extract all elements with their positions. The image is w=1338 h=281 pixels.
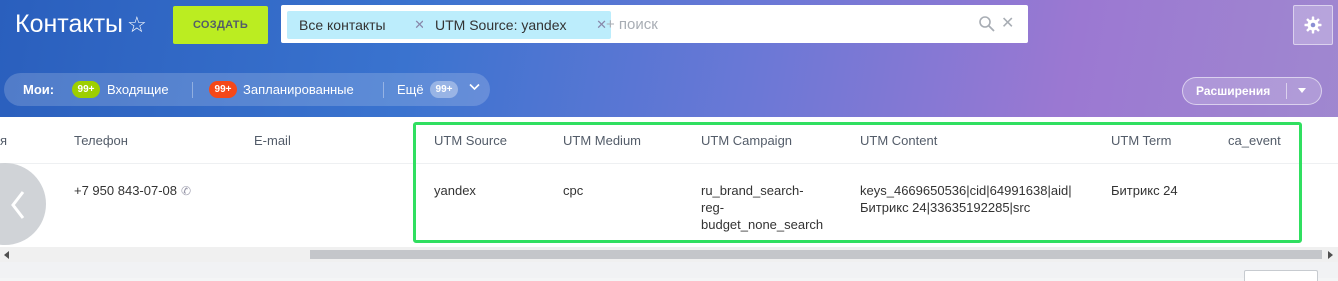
divider xyxy=(1286,83,1287,99)
column-header-utm-campaign[interactable]: UTM Campaign xyxy=(701,133,792,148)
scroll-right-arrow[interactable] xyxy=(1328,251,1333,259)
create-button[interactable]: СОЗДАТЬ xyxy=(173,6,268,44)
filter-chip-utm-source[interactable]: UTM Source: yandex ✕ xyxy=(423,11,611,39)
search-icon[interactable] xyxy=(978,15,996,33)
chip-label: Все контакты xyxy=(299,17,386,33)
scroll-left-arrow[interactable] xyxy=(4,251,9,259)
divider xyxy=(192,82,193,98)
phone-icon[interactable]: ✆ xyxy=(181,183,191,200)
extensions-button[interactable]: Расширения xyxy=(1182,77,1322,105)
cell-phone[interactable]: +7 950 843-07-08 ✆ xyxy=(74,182,191,200)
chevron-left-icon[interactable] xyxy=(10,190,26,220)
column-header-partial[interactable]: я xyxy=(0,133,7,148)
counter-badge-incoming[interactable]: 99+ xyxy=(72,81,100,98)
utm-campaign-line: ru_brand_search- xyxy=(701,183,804,198)
column-header-ca-event[interactable]: ca_event xyxy=(1228,133,1281,148)
cell-utm-campaign: ru_brand_search- reg- budget_none_search xyxy=(701,182,823,233)
filter-chip-all-contacts[interactable]: Все контакты ✕ xyxy=(287,11,429,39)
divider xyxy=(383,82,384,98)
extensions-label: Расширения xyxy=(1196,84,1271,98)
chip-label: UTM Source: yandex xyxy=(435,17,567,33)
utm-content-line: Битрикс 24|33635192285|src xyxy=(860,200,1031,215)
column-header-utm-source[interactable]: UTM Source xyxy=(434,133,507,148)
counter-badge-planned[interactable]: 99+ xyxy=(209,81,237,98)
column-header-utm-content[interactable]: UTM Content xyxy=(860,133,937,148)
pagination-control[interactable] xyxy=(1244,270,1318,281)
settings-button[interactable] xyxy=(1293,5,1333,45)
counter-incoming[interactable]: Входящие xyxy=(107,82,169,97)
utm-campaign-line: budget_none_search xyxy=(701,217,824,232)
column-header-email[interactable]: E-mail xyxy=(254,133,291,148)
column-header-utm-term[interactable]: UTM Term xyxy=(1111,133,1171,148)
phone-value[interactable]: +7 950 843-07-08 xyxy=(74,183,177,198)
cell-utm-content: keys_4669650536|cid|64991638|aid| Битрик… xyxy=(860,182,1072,216)
counter-more[interactable]: Ещё xyxy=(397,82,424,97)
contacts-grid: я Телефон E-mail UTM Source UTM Medium U… xyxy=(0,117,1338,262)
mine-label: Мои: xyxy=(23,82,55,97)
clear-icon[interactable]: ✕ xyxy=(1001,13,1014,33)
header-divider xyxy=(0,163,1338,164)
counter-badge-more[interactable]: 99+ xyxy=(430,81,458,98)
filter-search-bar[interactable]: Все контакты ✕ UTM Source: yandex ✕ + по… xyxy=(281,5,1028,43)
page-footer-area xyxy=(0,262,1338,278)
utm-content-line: keys_4669650536|cid|64991638|aid| xyxy=(860,183,1072,198)
cell-utm-term: Битрикс 24 xyxy=(1111,183,1178,198)
chevron-down-icon[interactable] xyxy=(469,83,480,91)
star-icon[interactable]: ☆ xyxy=(127,13,147,37)
page-title: Контакты xyxy=(15,10,123,38)
search-input[interactable]: + поиск xyxy=(606,16,658,33)
scrollbar-thumb[interactable] xyxy=(310,250,1322,259)
horizontal-scrollbar[interactable] xyxy=(0,247,1338,262)
cell-utm-source: yandex xyxy=(434,183,476,198)
cell-utm-medium: cpc xyxy=(563,183,584,198)
gear-icon xyxy=(1304,16,1322,34)
counters-bar: Мои: 99+ Входящие 99+ Запланированные Ещ… xyxy=(4,73,490,106)
column-header-phone[interactable]: Телефон xyxy=(74,133,128,148)
column-header-utm-medium[interactable]: UTM Medium xyxy=(563,133,641,148)
utm-campaign-line: reg- xyxy=(701,200,725,215)
counter-planned[interactable]: Запланированные xyxy=(243,82,354,97)
chevron-down-icon[interactable] xyxy=(1298,88,1306,93)
